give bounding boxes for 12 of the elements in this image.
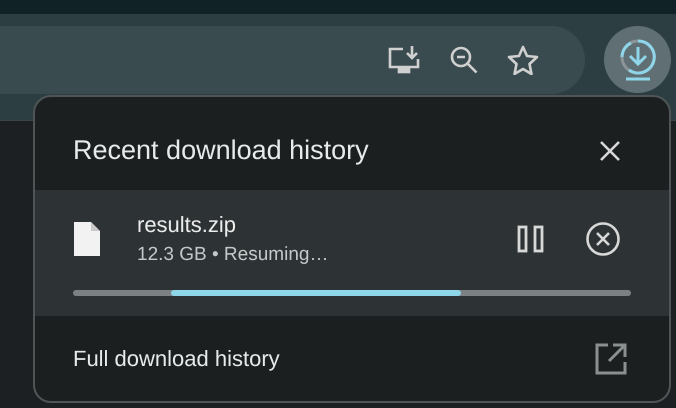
download-progress-icon [618, 38, 658, 82]
file-icon [73, 221, 101, 257]
popup-title: Recent download history [73, 135, 369, 166]
cancel-button[interactable] [585, 221, 621, 257]
install-app-icon[interactable] [387, 45, 421, 75]
zoom-out-icon[interactable] [449, 45, 479, 75]
file-name: results.zip [137, 212, 238, 238]
external-link-icon [595, 342, 627, 374]
pause-button[interactable] [517, 224, 545, 254]
download-status: 12.3 GB • Resuming… [137, 244, 330, 266]
bookmark-star-icon[interactable] [507, 45, 539, 75]
full-history-link[interactable]: Full download history [35, 316, 669, 401]
